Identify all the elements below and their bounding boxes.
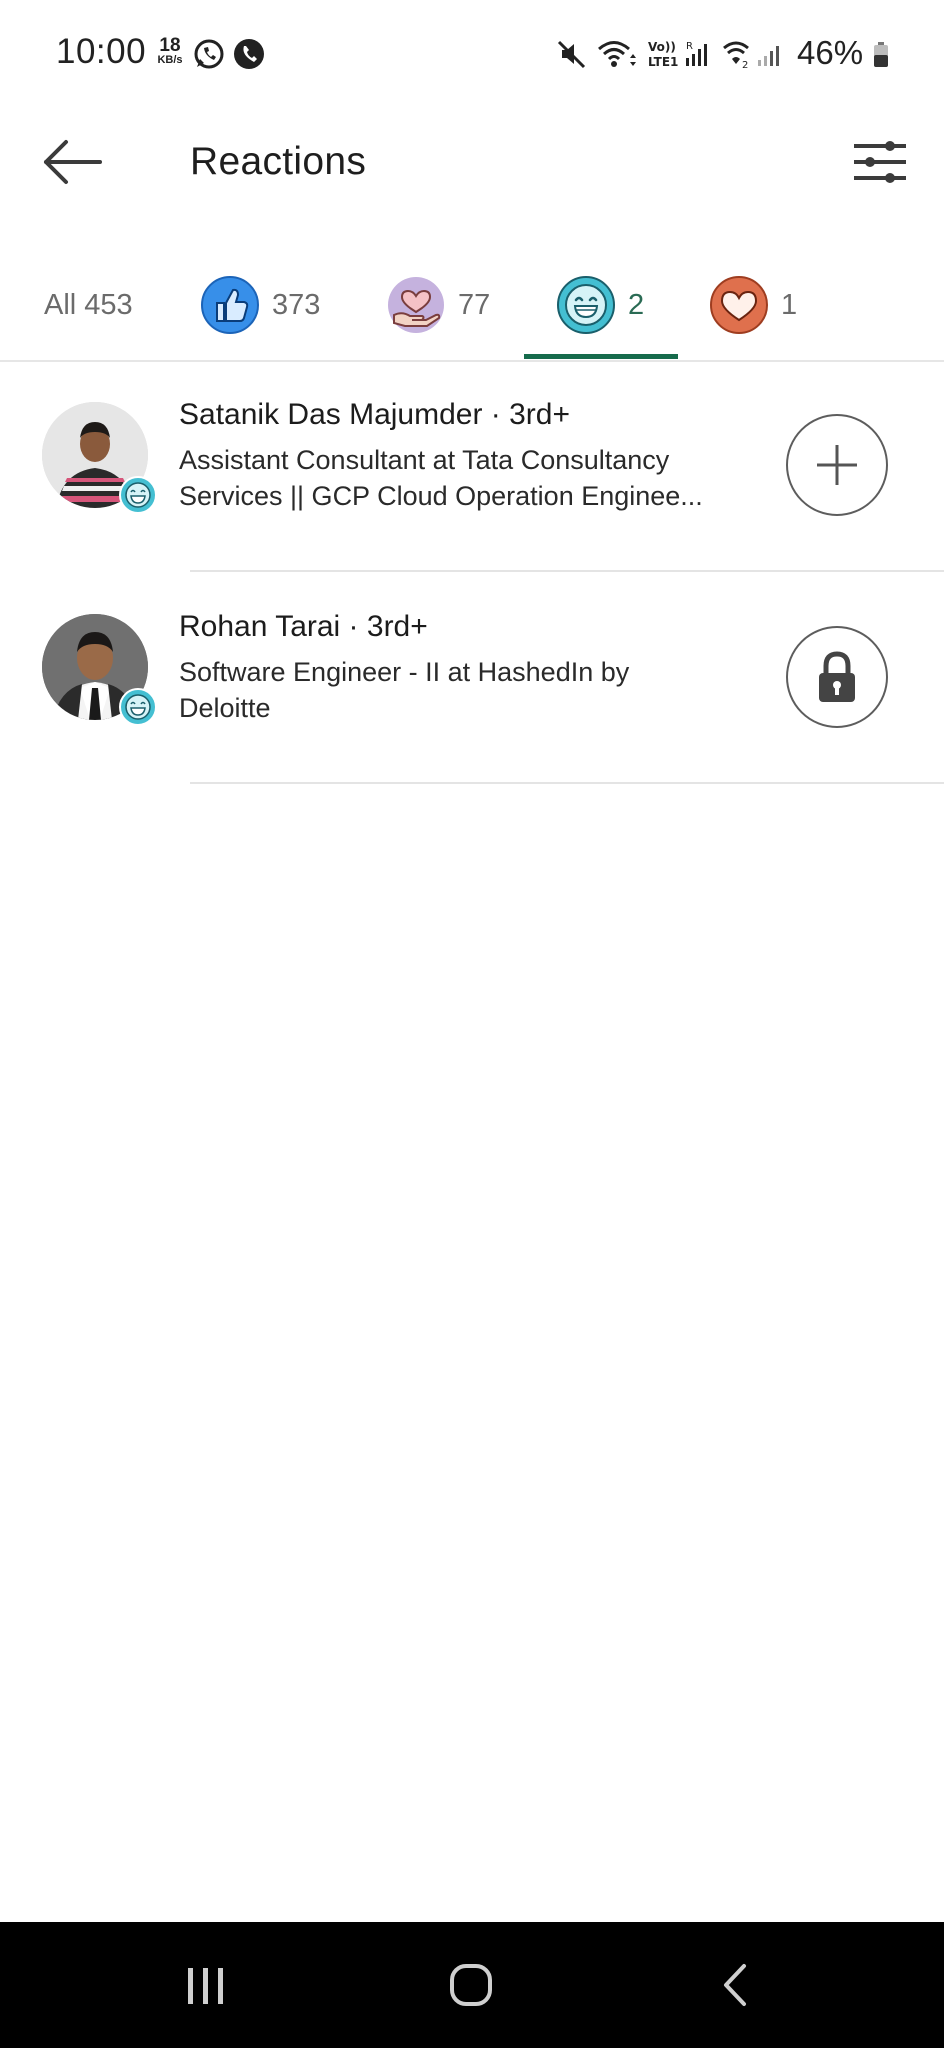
- status-bar: 10:00 18 KB/s Vo)) LTE1 R 2 46%: [0, 0, 944, 110]
- status-time: 10:00: [56, 32, 147, 71]
- filter-sliders-icon[interactable]: [852, 138, 908, 188]
- svg-text:LTE1: LTE1: [648, 55, 678, 69]
- signal-sim2-icon: 2: [723, 41, 779, 70]
- whatsapp-icon: [194, 39, 224, 69]
- person-headline: Software Engineer - II at HashedIn by De…: [179, 654, 769, 726]
- locked-connect-button[interactable]: [786, 626, 888, 728]
- headline-line-1: Software Engineer - II at HashedIn by: [179, 657, 630, 687]
- funny-icon: [557, 276, 615, 334]
- person-headline: Assistant Consultant at Tata Consultancy…: [179, 442, 769, 514]
- list-item[interactable]: Satanik Das Majumder · 3rd+ Assistant Co…: [0, 362, 944, 574]
- headline-line-2: Services || GCP Cloud Operation Enginee.…: [179, 481, 703, 511]
- svg-text:R: R: [686, 41, 693, 52]
- like-icon: [201, 276, 259, 334]
- plus-icon: [817, 445, 857, 485]
- love-icon: [710, 276, 768, 334]
- tab-like-count: 373: [272, 288, 321, 321]
- list-divider: [190, 782, 944, 784]
- lock-icon: [819, 651, 855, 702]
- home-icon[interactable]: [431, 1952, 511, 2018]
- person-name[interactable]: Satanik Das Majumder · 3rd+: [179, 398, 570, 432]
- back-arrow-icon[interactable]: [40, 136, 104, 188]
- list-item[interactable]: Rohan Tarai · 3rd+ Software Engineer - I…: [0, 574, 944, 786]
- page-title: Reactions: [190, 140, 367, 183]
- funny-reaction-badge-icon: [119, 688, 157, 726]
- tab-all-label: All 453: [44, 288, 133, 321]
- tab-love[interactable]: 1: [709, 250, 797, 360]
- network-speed: 18 KB/s: [152, 36, 188, 66]
- support-icon: [388, 277, 444, 333]
- tab-funny[interactable]: 2: [556, 250, 644, 360]
- network-speed-unit: KB/s: [157, 54, 183, 66]
- funny-reaction-badge-icon: [119, 476, 157, 514]
- wifi-icon: [598, 41, 636, 67]
- system-nav-bar: [0, 1922, 944, 2048]
- tab-like[interactable]: 373: [200, 250, 320, 360]
- svg-text:2: 2: [742, 60, 748, 70]
- app-header: Reactions: [0, 110, 944, 215]
- recent-apps-icon[interactable]: [166, 1952, 246, 2018]
- connect-button[interactable]: [786, 414, 888, 516]
- reaction-tabs: All 453 373 77 2 1: [0, 250, 944, 362]
- active-tab-indicator: [524, 354, 678, 359]
- reactions-screen: 10:00 18 KB/s Vo)) LTE1 R 2 46% Reaction…: [0, 0, 944, 2048]
- network-speed-value: 18: [159, 35, 181, 56]
- list-divider: [190, 570, 944, 572]
- person-name[interactable]: Rohan Tarai · 3rd+: [179, 610, 428, 644]
- tab-all[interactable]: All 453: [44, 250, 133, 360]
- call-icon: [234, 39, 264, 69]
- headline-line-2: Deloitte: [179, 693, 271, 723]
- battery-icon: [874, 42, 888, 67]
- back-nav-icon[interactable]: [696, 1952, 776, 2018]
- svg-text:Vo)): Vo)): [648, 40, 676, 54]
- tab-love-count: 1: [781, 288, 798, 321]
- tab-funny-count: 2: [628, 288, 645, 321]
- signal-sim1-icon: Vo)) LTE1 R: [648, 40, 707, 69]
- tab-support[interactable]: 77: [386, 250, 490, 360]
- tab-support-count: 77: [458, 288, 491, 321]
- headline-line-1: Assistant Consultant at Tata Consultancy: [179, 445, 670, 475]
- mute-icon: [557, 40, 586, 69]
- battery-percent: 46%: [797, 34, 864, 71]
